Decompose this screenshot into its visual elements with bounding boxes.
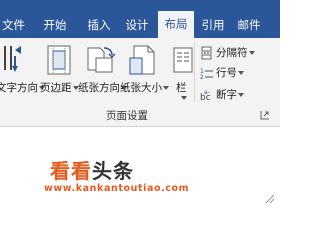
tab-file[interactable]: 文件 (0, 12, 26, 38)
line-numbers-button[interactable]: 1 2 行号 (200, 64, 244, 82)
watermark-text-part2: 头条 (92, 159, 134, 183)
svg-text:2: 2 (200, 74, 204, 80)
hyphenation-label: 断字 (216, 89, 237, 101)
columns-icon (173, 47, 193, 73)
tab-home[interactable]: 开始 (38, 12, 72, 38)
tab-references[interactable]: 引用 (196, 12, 230, 38)
size-button[interactable]: 纸张大小 (120, 38, 170, 104)
document-canvas[interactable]: 看看头条 www.kankantoutiao.com (0, 127, 280, 210)
chevron-down-icon (163, 86, 169, 90)
columns-button[interactable]: 栏 (172, 38, 194, 104)
tab-design[interactable]: 设计 (120, 12, 154, 38)
chevron-down-icon (181, 96, 187, 100)
size-label: 纸张大小 (120, 82, 162, 94)
tab-insert[interactable]: 插入 (82, 12, 116, 38)
chevron-down-icon (238, 71, 244, 75)
breaks-label: 分隔符 (216, 47, 248, 59)
page-setup-group-label: 页面设置 (106, 110, 148, 122)
breaks-icon (201, 46, 212, 60)
line-numbers-label: 行号 (216, 67, 237, 79)
group-separator (194, 42, 195, 102)
breaks-button[interactable]: 分隔符 (200, 44, 255, 62)
margins-icon (47, 45, 71, 75)
svg-text:a-: a- (204, 89, 210, 96)
orientation-label: 纸张方向 (78, 82, 120, 94)
ribbon-panel: 文字方向 页边距 纸张方向 纸张大小 栏 分隔符 1 2 行号 bc a- 断字… (0, 38, 280, 127)
line-numbers-icon: 1 2 (200, 68, 213, 80)
watermark-url: www.kankantoutiao.com (44, 183, 190, 194)
orientation-button[interactable]: 纸张方向 (78, 38, 127, 104)
watermark-logo: 看看头条 www.kankantoutiao.com (44, 151, 204, 199)
margins-button[interactable]: 页边距 (40, 38, 79, 104)
margins-label: 页边距 (40, 82, 72, 94)
chevron-down-icon (238, 93, 244, 97)
dialog-launcher-icon[interactable] (260, 110, 270, 120)
columns-label: 栏 (176, 82, 187, 94)
hyphenation-icon: bc a- (200, 89, 211, 102)
ribbon-tab-bar: 文件 开始 插入 设计 布局 引用 邮件 (0, 0, 280, 38)
paper-size-icon (129, 45, 155, 75)
text-direction-label: 文字方向 (0, 82, 38, 94)
orientation-icon (87, 47, 116, 73)
tab-mailings[interactable]: 邮件 (232, 12, 266, 38)
tab-layout[interactable]: 布局 (158, 11, 194, 38)
watermark-text-part1: 看看 (50, 159, 92, 183)
chevron-down-icon (248, 51, 255, 55)
text-direction-icon (4, 46, 21, 72)
text-direction-button[interactable]: 文字方向 (0, 38, 45, 104)
resize-grip-icon (265, 194, 275, 204)
hyphenation-button[interactable]: bc a- 断字 (200, 86, 244, 104)
